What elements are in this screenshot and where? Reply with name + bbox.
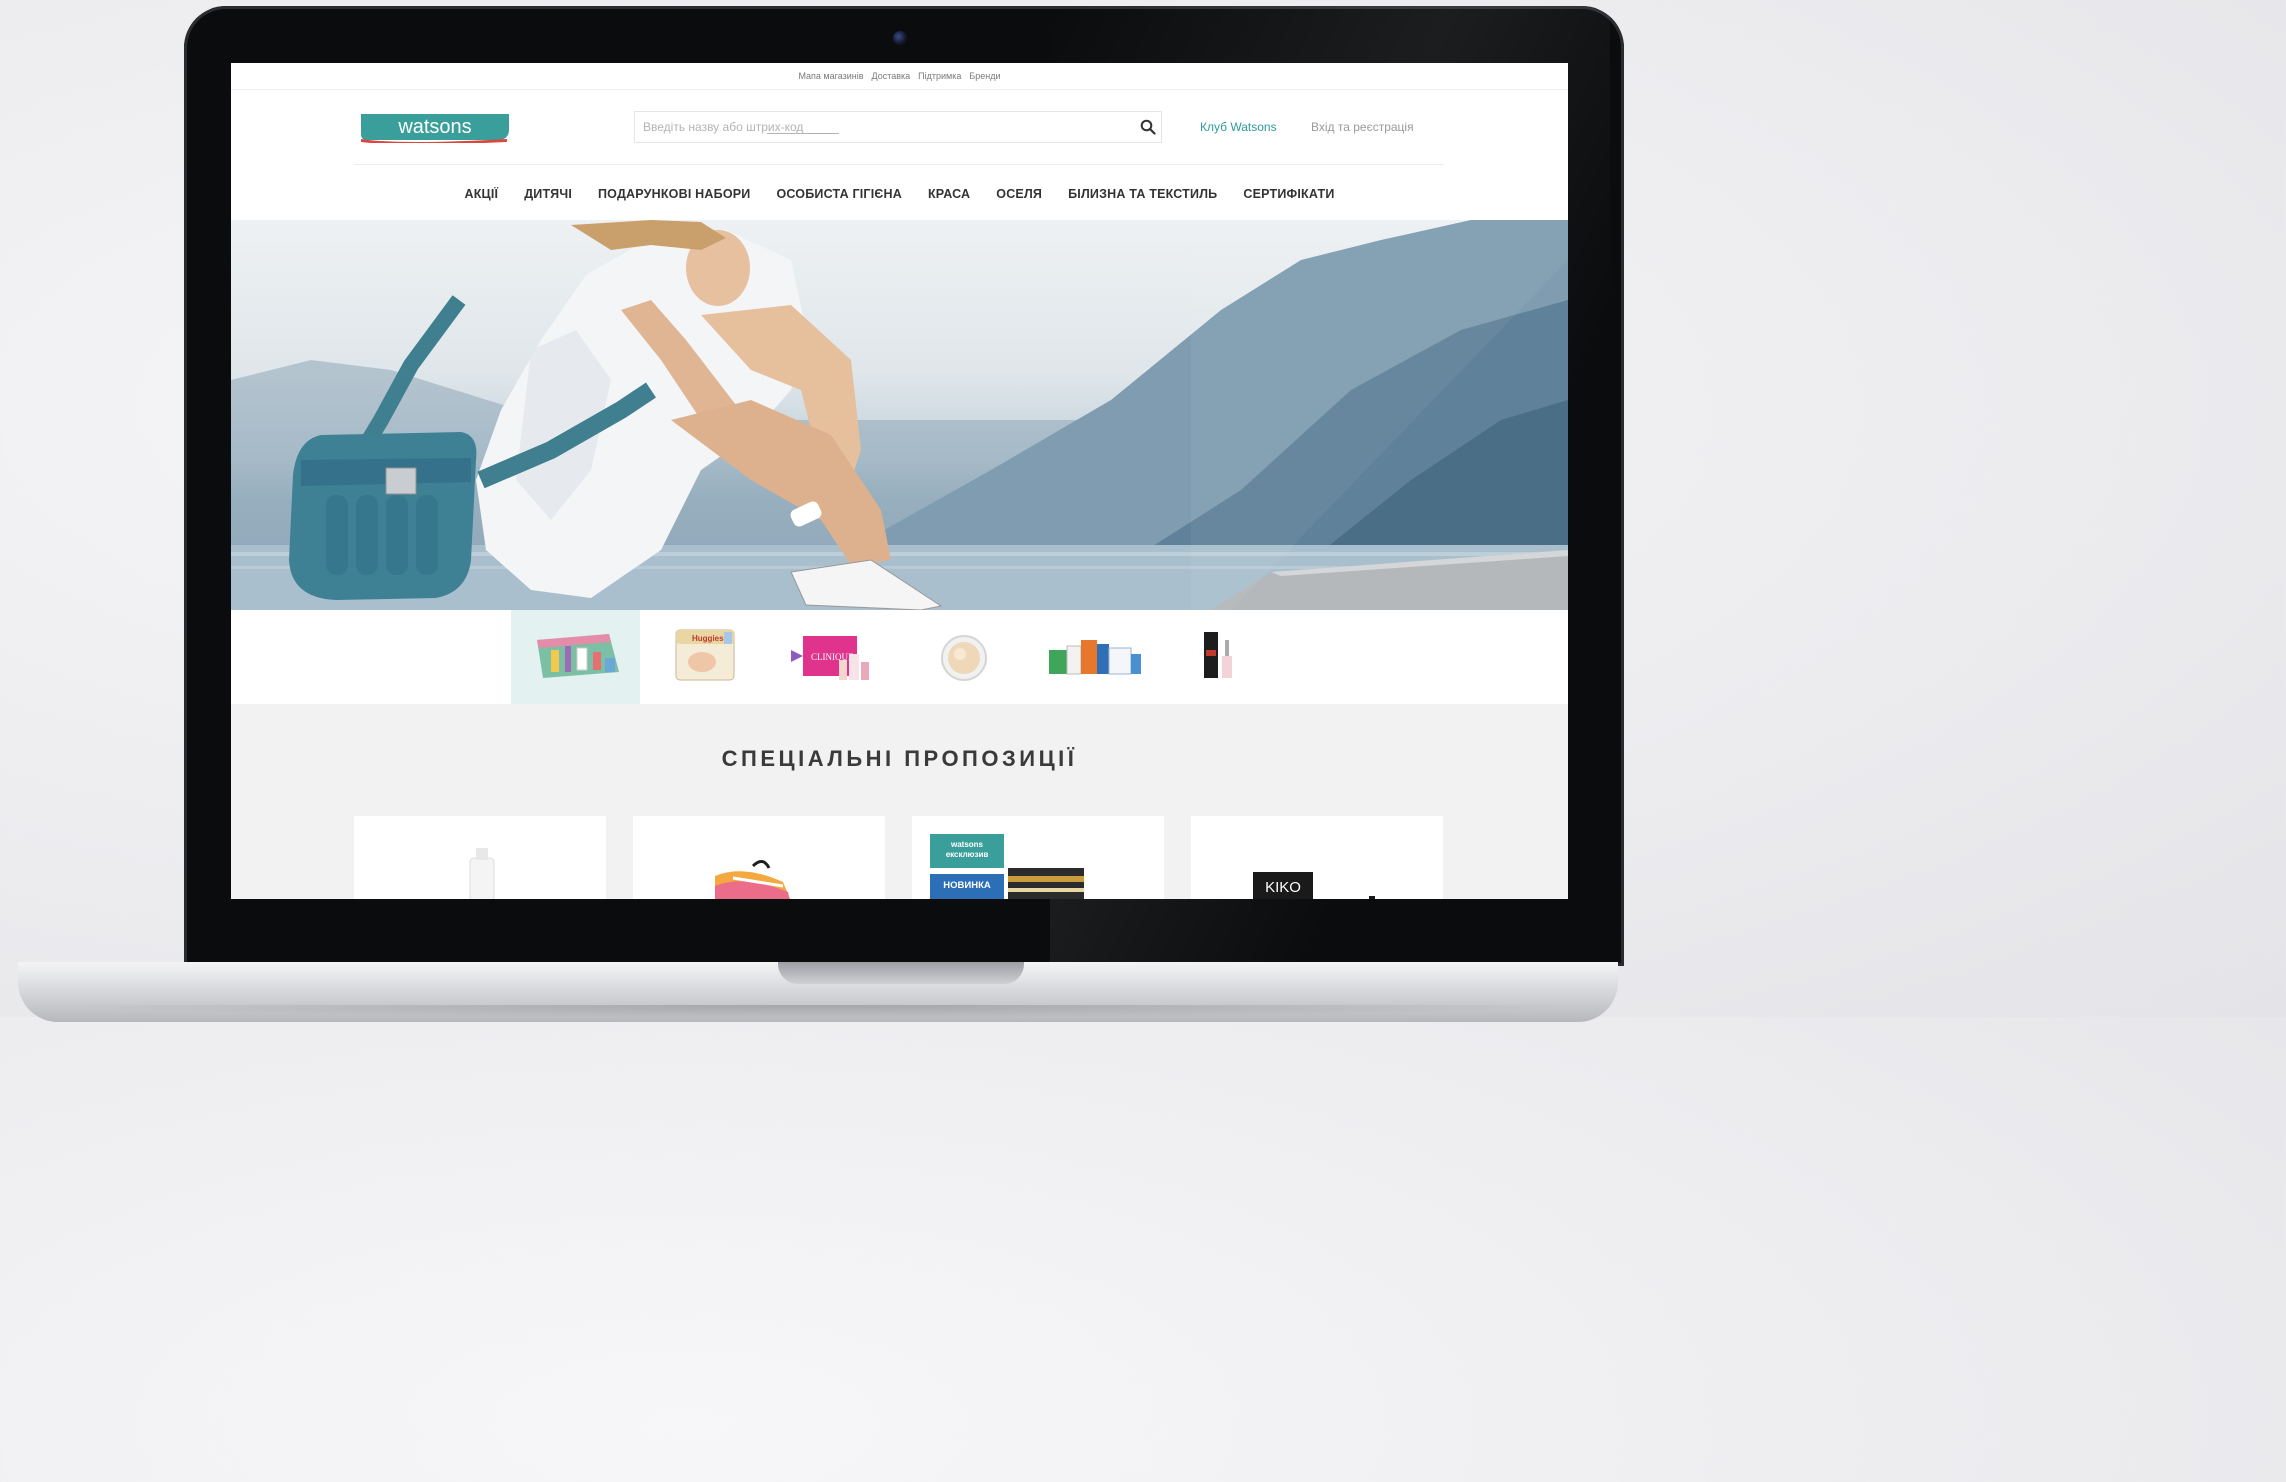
util-link-support[interactable]: Підтримка [918, 71, 961, 81]
svg-text:KIKO: KIKO [1265, 879, 1301, 896]
login-register-link[interactable]: Вхід та реєстрація [1311, 120, 1414, 134]
util-link-brands[interactable]: Бренди [969, 71, 1000, 81]
util-link-store-map[interactable]: Мапа магазинів [798, 71, 863, 81]
thumb-clinique[interactable]: CLINIQUE [769, 610, 898, 704]
hero-bag [289, 432, 477, 600]
barcode-link-underline [767, 133, 839, 134]
offer-card-1[interactable] [354, 816, 606, 899]
svg-text:Huggies: Huggies [692, 634, 724, 643]
gift-set-icon: CLINIQUE [791, 636, 869, 680]
thumb-kiko[interactable] [1156, 610, 1285, 704]
special-offers-title: СПЕЦІАЛЬНІ ПРОПОЗИЦІЇ [721, 746, 1078, 771]
nav-certificates[interactable]: СЕРТИФІКАТИ [1243, 187, 1334, 201]
special-offers-section: СПЕЦІАЛЬНІ ПРОПОЗИЦІЇ watsons ексклюзив … [231, 704, 1568, 899]
webcam [893, 31, 907, 45]
category-thumbnails: Huggies CLINIQUE [231, 610, 1568, 704]
search-box [634, 111, 1162, 143]
svg-text:CLINIQUE: CLINIQUE [811, 652, 854, 662]
logo-text: watsons [397, 116, 471, 138]
nav-personal-hygiene[interactable]: ОСОБИСТА ГІГІЄНА [776, 187, 901, 201]
util-link-delivery[interactable]: Доставка [872, 71, 911, 81]
search-input[interactable] [643, 112, 1123, 142]
compact-powder-icon [941, 635, 987, 681]
nav-promotions[interactable]: АКЦІЇ [464, 187, 498, 201]
offer-card-4[interactable]: KIKO [1191, 816, 1443, 899]
thumb-cosmetics-bag[interactable] [511, 610, 640, 704]
sneaker-image [715, 860, 791, 899]
search-icon[interactable] [1140, 119, 1156, 135]
thumb-compact-powder[interactable] [898, 610, 1027, 704]
nav-beauty[interactable]: КРАСА [928, 187, 970, 201]
utility-links: Мапа магазинів Доставка Підтримка Бренди [231, 63, 1568, 90]
nav-linen-textile[interactable]: БІЛИЗНА ТА ТЕКСТИЛЬ [1068, 187, 1217, 201]
diapers-pack-icon: Huggies [675, 629, 735, 681]
laptop-base-notch [778, 962, 1024, 984]
header-divider [354, 164, 1444, 165]
main-nav: АКЦІЇ ДИТЯЧІ ПОДАРУНКОВІ НАБОРИ ОСОБИСТА… [231, 175, 1568, 213]
club-watsons-link[interactable]: Клуб Watsons [1200, 120, 1277, 134]
offer-card-2[interactable] [633, 816, 885, 899]
laptop-shadow [40, 1005, 1600, 1017]
hero-banner[interactable] [231, 220, 1568, 610]
spray-bottle-image [469, 848, 495, 899]
nav-gift-sets[interactable]: ПОДАРУНКОВІ НАБОРИ [598, 187, 750, 201]
cosmetics-bag-icon [537, 634, 619, 678]
nail-polish-icon [1204, 632, 1232, 678]
hero-bag-clasp [385, 467, 417, 495]
watsons-logo[interactable]: watsons [359, 112, 511, 143]
thumb-household[interactable] [1027, 610, 1156, 704]
thumb-huggies[interactable]: Huggies [640, 610, 769, 704]
nav-kids[interactable]: ДИТЯЧІ [524, 187, 572, 201]
household-products-icon [1049, 640, 1141, 675]
kiko-product-image: KIKO [1253, 872, 1375, 899]
offer-card-3[interactable]: watsons ексклюзив НОВИНКА [912, 816, 1164, 899]
hero-image [231, 220, 1568, 610]
nav-home[interactable]: ОСЕЛЯ [996, 187, 1042, 201]
browser-screen: Мапа магазинів Доставка Підтримка Бренди… [231, 63, 1568, 899]
jar-image [1008, 868, 1084, 899]
